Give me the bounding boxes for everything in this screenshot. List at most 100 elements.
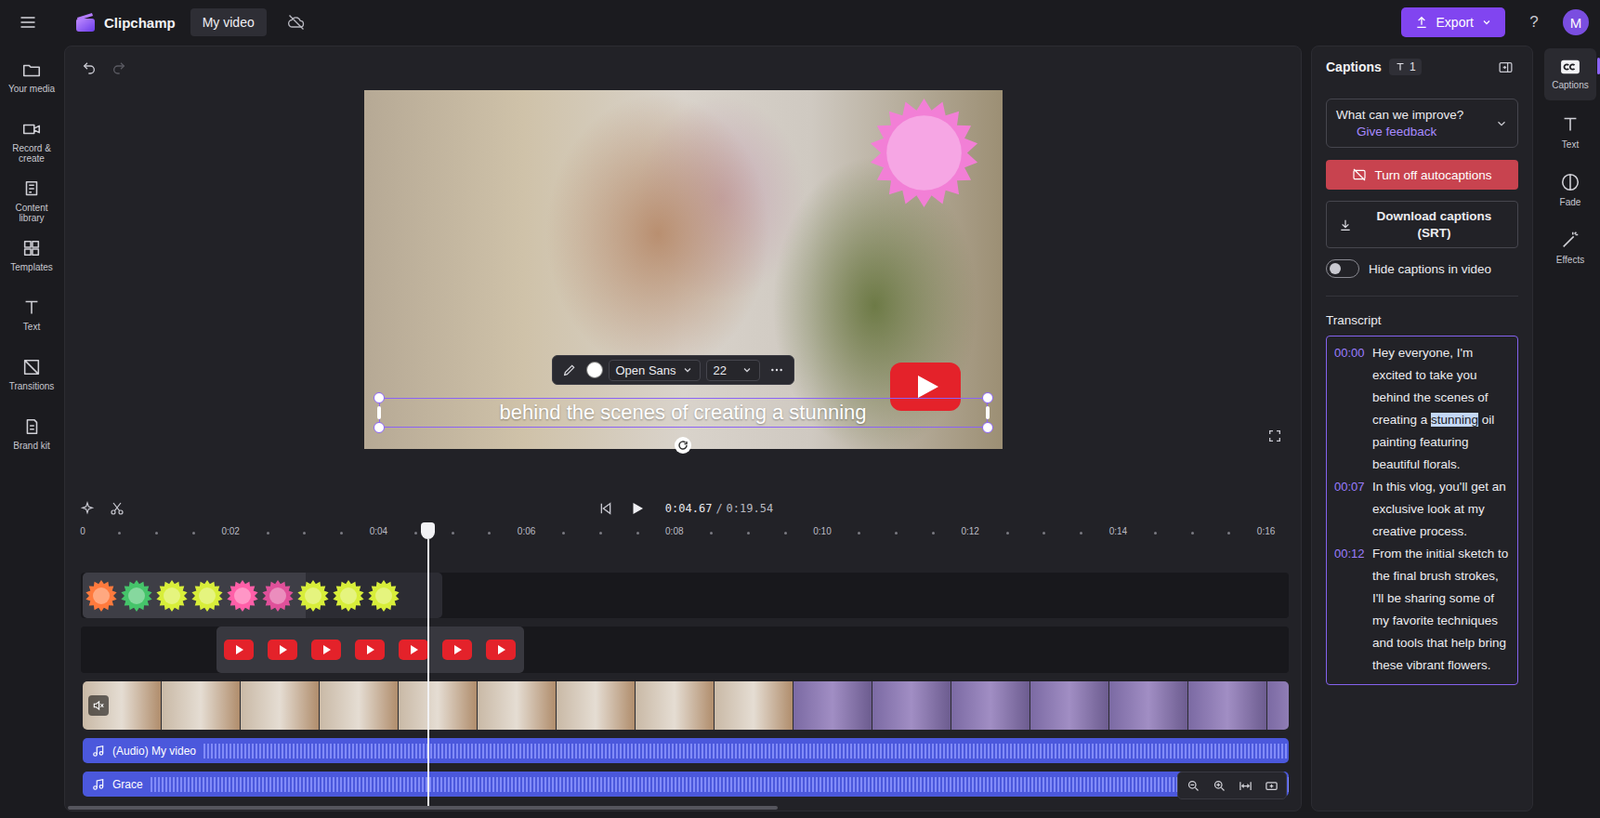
hide-captions-row: Hide captions in video bbox=[1325, 257, 1519, 280]
play-button[interactable] bbox=[624, 495, 651, 522]
zoom-in-button[interactable] bbox=[1207, 773, 1231, 797]
transcript-entry[interactable]: 00:12 From the initial sketch to the fin… bbox=[1334, 542, 1512, 677]
sidebar-tool-icon bbox=[21, 297, 42, 318]
new-post-sticker[interactable] bbox=[867, 96, 981, 210]
more-dots-icon[interactable] bbox=[769, 362, 785, 378]
fullscreen-icon[interactable] bbox=[1267, 428, 1283, 444]
fullscreen-button[interactable] bbox=[1261, 422, 1288, 449]
transcript-timestamp[interactable]: 00:12 bbox=[1334, 542, 1366, 677]
hide-captions-toggle[interactable] bbox=[1325, 259, 1360, 278]
collapse-panel-button[interactable] bbox=[1492, 53, 1519, 80]
help-button[interactable]: ? bbox=[1520, 8, 1548, 37]
user-avatar[interactable]: M bbox=[1562, 9, 1589, 36]
zoom-in-icon[interactable] bbox=[1212, 778, 1227, 793]
feedback-dropdown[interactable]: What can we improve? Give feedback bbox=[1325, 98, 1519, 148]
rail-item[interactable]: Fade bbox=[1544, 163, 1597, 216]
ruler-tick bbox=[1154, 531, 1157, 535]
sidebar-item[interactable]: Content library bbox=[1, 172, 62, 231]
caption-text: behind the scenes of creating a stunning bbox=[498, 400, 866, 425]
resize-handle[interactable] bbox=[377, 406, 381, 420]
fit-timeline-button[interactable] bbox=[1233, 773, 1257, 797]
more-options-button[interactable] bbox=[765, 358, 788, 381]
mute-toggle[interactable] bbox=[88, 695, 109, 716]
video-frame-thumbnail bbox=[240, 681, 320, 730]
ruler-tick bbox=[562, 531, 565, 535]
edit-text-button[interactable] bbox=[558, 358, 581, 381]
scissors-icon[interactable] bbox=[109, 500, 125, 516]
redo-icon[interactable] bbox=[111, 60, 127, 76]
fit-width-icon[interactable] bbox=[1238, 778, 1253, 793]
zoom-out-icon[interactable] bbox=[1186, 778, 1201, 793]
timeline: 00:020:040:060:080:100:120:140:16 (Audio… bbox=[65, 522, 1301, 811]
sidebar-tool-icon bbox=[21, 178, 42, 199]
transcript-timestamp[interactable]: 00:00 bbox=[1334, 341, 1366, 476]
transcript-text[interactable]: Hey everyone, I'm excited to take you be… bbox=[1372, 341, 1512, 476]
sidebar-item[interactable]: Brand kit bbox=[1, 410, 62, 469]
zoom-out-button[interactable] bbox=[1181, 773, 1205, 797]
transcript-entry[interactable]: 00:07 In this vlog, you'll get an exclus… bbox=[1334, 475, 1512, 543]
sidebar-item[interactable]: Record & create bbox=[1, 113, 62, 171]
rail-item[interactable]: Effects bbox=[1544, 221, 1597, 274]
playhead[interactable] bbox=[420, 522, 436, 806]
collapse-panel-icon[interactable] bbox=[1497, 59, 1514, 76]
redo-button[interactable] bbox=[105, 54, 132, 81]
video-frame[interactable]: Open Sans 22 behind the scenes of creati… bbox=[364, 90, 1003, 449]
speaker-muted-icon[interactable] bbox=[91, 698, 105, 712]
time-ruler[interactable]: 00:020:040:060:080:100:120:140:16 bbox=[80, 522, 1289, 545]
undo-button[interactable] bbox=[76, 54, 103, 81]
export-button[interactable]: Export bbox=[1401, 7, 1506, 38]
resize-handle[interactable] bbox=[373, 421, 385, 433]
download-captions-button[interactable]: Download captions (SRT) bbox=[1325, 200, 1519, 249]
chevron-down-icon bbox=[1481, 16, 1493, 28]
skip-back-icon[interactable] bbox=[598, 500, 614, 516]
video-track bbox=[80, 681, 1289, 730]
resize-handle[interactable] bbox=[985, 406, 990, 420]
transcript-text[interactable]: In this vlog, you'll get an exclusive lo… bbox=[1372, 475, 1512, 543]
skip-back-button[interactable] bbox=[592, 495, 619, 522]
transcript-box[interactable]: 00:00 Hey everyone, I'm excited to take … bbox=[1325, 335, 1519, 685]
sidebar-item[interactable]: Text bbox=[1, 291, 62, 350]
hamburger-icon[interactable] bbox=[18, 13, 38, 32]
audio-clip[interactable]: (Audio) My video bbox=[82, 737, 1289, 763]
resize-handle[interactable] bbox=[373, 392, 385, 404]
pencil-icon[interactable] bbox=[562, 362, 578, 378]
horizontal-scrollbar[interactable] bbox=[67, 805, 1286, 810]
editor-panel: Open Sans 22 behind the scenes of creati… bbox=[64, 45, 1302, 812]
sidebar-item[interactable]: Your media bbox=[1, 53, 62, 112]
turn-off-autocaptions-button[interactable]: Turn off autocaptions bbox=[1325, 159, 1519, 190]
video-clip[interactable] bbox=[82, 681, 1289, 730]
add-track-button[interactable] bbox=[1259, 773, 1283, 797]
resize-handle[interactable] bbox=[982, 421, 994, 433]
font-dropdown[interactable]: Open Sans bbox=[608, 359, 701, 381]
split-button[interactable] bbox=[104, 495, 131, 522]
transcript-text[interactable]: From the initial sketch to the final bru… bbox=[1372, 542, 1512, 677]
rail-item[interactable]: Text bbox=[1544, 105, 1597, 158]
ruler-label: 0:16 bbox=[1257, 525, 1275, 537]
rail-item[interactable]: Captions bbox=[1544, 48, 1597, 101]
menu-button[interactable] bbox=[14, 9, 41, 36]
sparkle-icon[interactable] bbox=[79, 500, 95, 516]
resize-handle[interactable] bbox=[982, 392, 994, 404]
overlay-clip[interactable] bbox=[216, 626, 525, 673]
text-color-swatch[interactable] bbox=[586, 361, 604, 379]
magic-button[interactable] bbox=[74, 495, 101, 522]
sidebar-item[interactable]: Transitions bbox=[1, 351, 62, 409]
youtube-play-icon[interactable] bbox=[890, 362, 961, 411]
project-title[interactable]: My video bbox=[190, 8, 267, 37]
rotate-icon[interactable] bbox=[677, 439, 689, 451]
play-icon[interactable] bbox=[629, 499, 646, 517]
sidebar-tool-icon bbox=[21, 118, 42, 140]
track-icon[interactable] bbox=[1264, 778, 1279, 793]
rotate-handle[interactable] bbox=[674, 436, 692, 454]
font-size-dropdown[interactable]: 22 bbox=[706, 359, 761, 381]
caption-overlay[interactable]: behind the scenes of creating a stunning bbox=[379, 397, 988, 428]
transcript-timestamp[interactable]: 00:07 bbox=[1334, 475, 1366, 543]
ruler-tick bbox=[784, 531, 787, 535]
undo-icon[interactable] bbox=[81, 60, 97, 76]
audio-clip[interactable]: Grace bbox=[82, 771, 1289, 797]
transcript-entry[interactable]: 00:00 Hey everyone, I'm excited to take … bbox=[1334, 341, 1512, 476]
sticker-clip[interactable] bbox=[82, 572, 443, 618]
give-feedback-link[interactable]: Give feedback bbox=[1336, 124, 1464, 139]
ruler-tick bbox=[487, 531, 491, 535]
sidebar-item[interactable]: Templates bbox=[1, 232, 62, 290]
